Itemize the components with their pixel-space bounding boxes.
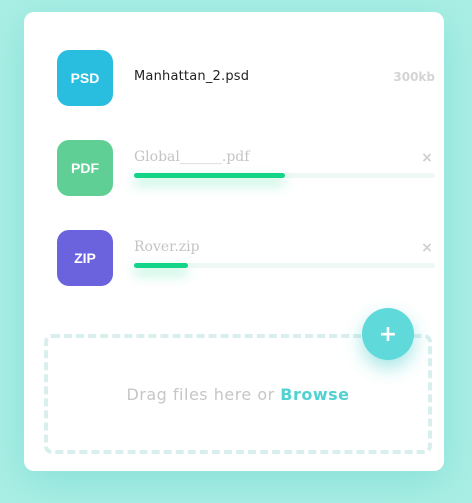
close-icon[interactable]: × — [419, 150, 435, 166]
pdf-file-icon: PDF — [57, 140, 113, 196]
plus-icon: + — [378, 321, 398, 347]
zip-file-icon: ZIP — [57, 230, 113, 286]
psd-file-icon: PSD — [57, 50, 113, 106]
upload-progress-fill — [134, 263, 189, 268]
upload-progress-track — [134, 173, 435, 178]
add-file-button[interactable]: + — [362, 308, 414, 360]
upload-progress-fill — [134, 173, 285, 178]
file-name: Manhattan_2.psd — [134, 69, 250, 84]
upload-card: PSD Manhattan_2.psd 300kb PDF Global____… — [24, 12, 444, 471]
file-size: 300kb — [393, 70, 435, 84]
drop-zone-text: Drag files here or Browse — [126, 385, 349, 404]
file-item-psd: PSD Manhattan_2.psd 300kb — [57, 50, 435, 106]
file-item-zip: ZIP Rover.zip × — [57, 230, 435, 286]
file-name: Global______.pdf — [134, 149, 250, 165]
file-name: Rover.zip — [134, 239, 200, 255]
close-icon[interactable]: × — [419, 240, 435, 256]
drop-zone-instruction: Drag files here or — [126, 384, 281, 404]
file-item-pdf: PDF Global______.pdf × — [57, 140, 435, 196]
upload-progress-track — [134, 263, 435, 268]
browse-link[interactable]: Browse — [280, 385, 349, 404]
